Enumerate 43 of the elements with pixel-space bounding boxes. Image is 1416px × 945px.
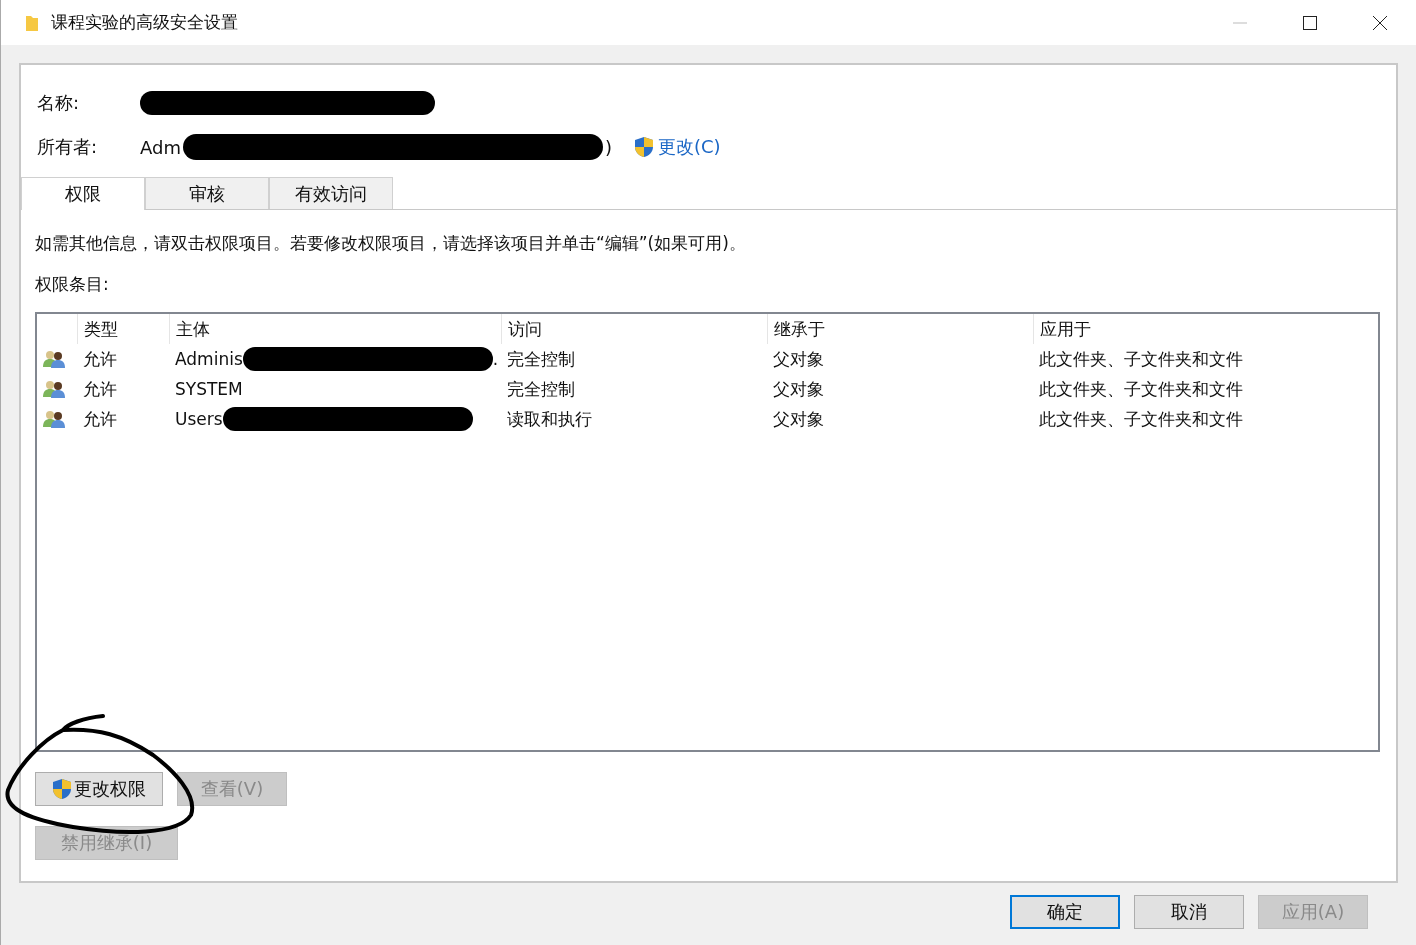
table-cell-text: 允许 [82, 377, 118, 401]
entries-label: 权限条目: [35, 273, 110, 296]
change-owner-link[interactable]: 更改(C) [658, 135, 721, 159]
table-cell-text: 允许 [82, 347, 118, 371]
table-cell-text: 完全控制 [506, 377, 576, 401]
table-cell-text: 父对象 [772, 347, 825, 371]
shield-icon [634, 136, 654, 158]
table-cell-text: 读取和执行 [506, 407, 593, 431]
table-cell-text: 此文件夹、子文件夹和文件 [1038, 407, 1244, 431]
action-button[interactable]: 更改权限 [35, 772, 163, 806]
tab[interactable]: 有效访问 [269, 177, 393, 209]
folder-icon [25, 13, 39, 32]
table-cell-text: 父对象 [772, 377, 825, 401]
table-cell: Adminis [175, 349, 243, 369]
tab[interactable]: 审核 [145, 177, 269, 209]
close-icon[interactable] [1372, 14, 1388, 31]
dialog-button[interactable]: 确定 [1010, 895, 1120, 929]
owner-value: Adm [140, 136, 181, 158]
table-cell: Users [175, 409, 223, 429]
maximize-icon[interactable] [1302, 14, 1318, 31]
users-icon [43, 380, 65, 398]
window-title: 课程实验的高级安全设置 [51, 11, 238, 34]
owner-label: 所有者: [37, 135, 99, 159]
column-header[interactable]: 主体 [169, 314, 501, 344]
dialog-button[interactable]: 取消 [1134, 895, 1244, 929]
name-label: 名称: [37, 91, 81, 115]
table-cell-text: 此文件夹、子文件夹和文件 [1038, 377, 1244, 401]
table-cell-text: 完全控制 [506, 347, 576, 371]
table-cell-text: 父对象 [772, 407, 825, 431]
table-cell-text: 允许 [82, 407, 118, 431]
info-text: 如需其他信息，请双击权限项目。若要修改权限项目，请选择该项目并单击“编辑”(如果可用)。 [35, 232, 747, 255]
column-header[interactable]: 应用于 [1033, 314, 1378, 344]
users-icon [43, 410, 65, 428]
shield-icon [52, 778, 72, 800]
table-cell-text: 此文件夹、子文件夹和文件 [1038, 347, 1244, 371]
column-header[interactable]: 类型 [77, 314, 169, 344]
users-icon [43, 350, 65, 368]
table-cell: . [492, 349, 499, 369]
column-header[interactable]: 继承于 [767, 314, 1033, 344]
table-cell: SYSTEM [175, 379, 243, 399]
owner-value-end: ) [604, 136, 612, 158]
tab[interactable]: 权限 [21, 177, 145, 210]
column-header[interactable]: 访问 [501, 314, 767, 344]
